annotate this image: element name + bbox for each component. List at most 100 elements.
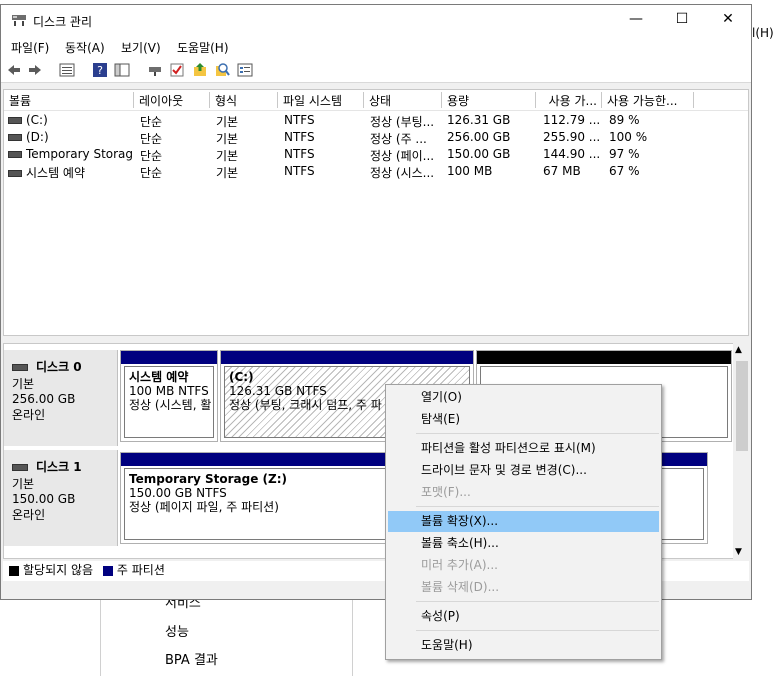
menu-item-shrink-volume[interactable]: 볼륨 축소(H)... xyxy=(388,533,659,554)
disk-size: 150.00 GB xyxy=(12,492,76,506)
volume-drive-icon xyxy=(8,151,22,158)
menu-file[interactable]: 파일(F) xyxy=(11,39,49,56)
folder-up-icon[interactable] xyxy=(192,62,208,78)
background-pane-divider xyxy=(352,600,353,676)
context-menu: 열기(O) 탐색(E) 파티션을 활성 파티션으로 표시(M) 드라이브 문자 … xyxy=(385,384,662,660)
legend-swatch-primary xyxy=(102,565,113,576)
menu-item-properties[interactable]: 속성(P) xyxy=(388,606,659,627)
volume-cell: (C:) xyxy=(8,113,132,127)
status-cell: 정상 (주 ... xyxy=(370,132,427,146)
free-space-cell: 144.90 ... xyxy=(543,147,601,161)
status-cell: 정상 (시스... xyxy=(370,166,435,180)
list-view-icon[interactable] xyxy=(59,62,75,78)
column-header-free-space[interactable]: 사용 가... xyxy=(536,92,602,108)
table-row[interactable]: (C:) 단순 기본 NTFS 정상 (부팅... 126.31 GB 112.… xyxy=(4,112,748,129)
disk-status: 온라인 xyxy=(12,408,46,422)
menu-help[interactable]: 도움말(H) xyxy=(177,39,229,56)
volume-name: (D:) xyxy=(26,130,49,144)
capacity-cell: 256.00 GB xyxy=(447,130,511,144)
column-header-layout[interactable]: 레이아웃 xyxy=(134,92,210,108)
column-header-percent-free[interactable]: 사용 가능한... xyxy=(602,92,694,108)
disk-icon xyxy=(12,364,28,371)
type-cell: 기본 xyxy=(216,166,239,180)
menu-separator xyxy=(416,506,659,507)
forward-icon[interactable] xyxy=(27,62,43,78)
menu-item-change-drive-letter[interactable]: 드라이브 문자 및 경로 변경(C)... xyxy=(388,460,659,481)
menu-item-mark-active[interactable]: 파티션을 활성 파티션으로 표시(M) xyxy=(388,438,659,459)
column-header-volume[interactable]: 볼륨 xyxy=(4,92,134,108)
search-icon[interactable] xyxy=(214,62,230,78)
volume-list: 볼륨 레이아웃 형식 파일 시스템 상태 용량 사용 가... 사용 가능한..… xyxy=(3,89,749,336)
disk-type: 기본 xyxy=(12,377,35,391)
background-nav-item-bpa[interactable]: BPA 결과 xyxy=(165,649,218,668)
type-cell: 기본 xyxy=(216,115,239,129)
percent-free-cell: 97 % xyxy=(609,147,640,161)
filesystem-cell: NTFS xyxy=(284,164,315,178)
menu-item-add-mirror[interactable]: 미러 추가(A)... xyxy=(388,555,659,576)
disk-icon xyxy=(12,464,28,471)
menu-separator xyxy=(416,433,659,434)
free-space-cell: 67 MB xyxy=(543,164,581,178)
disk-name: 디스크 0 xyxy=(36,360,82,374)
scroll-thumb[interactable] xyxy=(736,361,748,451)
volume-drive-icon xyxy=(8,117,22,124)
check-icon[interactable] xyxy=(169,62,185,78)
window-title: 디스크 관리 xyxy=(33,15,93,29)
table-row[interactable]: Temporary Storag... 단순 기본 NTFS 정상 (페이...… xyxy=(4,146,748,163)
menu-item-explore[interactable]: 탐색(E) xyxy=(388,409,659,430)
close-button[interactable]: ✕ xyxy=(705,5,751,35)
menu-view[interactable]: 보기(V) xyxy=(121,39,161,56)
background-help-menu-fragment[interactable]: l(H) xyxy=(752,26,774,40)
details-pane-icon[interactable] xyxy=(114,62,130,78)
connect-icon[interactable] xyxy=(147,62,163,78)
column-header-type[interactable]: 형식 xyxy=(210,92,278,108)
column-header-filesystem[interactable]: 파일 시스템 xyxy=(278,92,364,108)
scroll-up-icon[interactable]: ▲ xyxy=(735,345,742,355)
type-cell: 기본 xyxy=(216,132,239,146)
percent-free-cell: 89 % xyxy=(609,113,640,127)
title-bar[interactable]: 디스크 관리 — ☐ ✕ xyxy=(1,5,751,35)
capacity-cell: 126.31 GB xyxy=(447,113,511,127)
disk-management-icon xyxy=(12,15,26,26)
disk-status: 온라인 xyxy=(12,508,46,522)
disk-type: 기본 xyxy=(12,477,35,491)
background-nav-item-performance[interactable]: 성능 xyxy=(165,621,189,640)
table-row[interactable]: (D:) 단순 기본 NTFS 정상 (주 ... 256.00 GB 255.… xyxy=(4,129,748,146)
disk-0-label[interactable]: 디스크 0 기본 256.00 GB 온라인 xyxy=(4,350,118,446)
back-icon[interactable] xyxy=(6,62,22,78)
menu-bar xyxy=(1,35,751,57)
menu-item-extend-volume[interactable]: 볼륨 확장(X)... xyxy=(388,511,659,532)
volume-cell: Temporary Storag... xyxy=(8,147,132,161)
menu-action[interactable]: 동작(A) xyxy=(65,39,105,56)
partition-size: 100 MB NTFS xyxy=(129,384,209,398)
minimize-button[interactable]: — xyxy=(613,5,659,35)
free-space-cell: 112.79 ... xyxy=(543,113,601,127)
column-header-capacity[interactable]: 용량 xyxy=(442,92,536,108)
svg-text:?: ? xyxy=(97,64,103,77)
percent-free-cell: 100 % xyxy=(609,130,648,144)
menu-separator xyxy=(416,630,659,631)
column-header-status[interactable]: 상태 xyxy=(364,92,442,108)
menu-separator xyxy=(416,601,659,602)
help-icon[interactable]: ? xyxy=(92,62,108,78)
layout-cell: 단순 xyxy=(140,132,163,146)
menu-item-open[interactable]: 열기(O) xyxy=(388,387,659,408)
menu-item-delete-volume[interactable]: 볼륨 삭제(D)... xyxy=(388,577,659,598)
menu-item-help[interactable]: 도움말(H) xyxy=(388,635,659,656)
disk-size: 256.00 GB xyxy=(12,392,76,406)
maximize-button[interactable]: ☐ xyxy=(659,5,705,35)
partition-system-reserved[interactable]: 시스템 예약 100 MB NTFS 정상 (시스템, 활 xyxy=(120,350,218,442)
scroll-down-icon[interactable]: ▼ xyxy=(735,547,742,557)
table-row[interactable]: 시스템 예약 단순 기본 NTFS 정상 (시스... 100 MB 67 MB… xyxy=(4,163,748,180)
capacity-cell: 100 MB xyxy=(447,164,493,178)
layout-cell: 단순 xyxy=(140,166,163,180)
type-cell: 기본 xyxy=(216,149,239,163)
background-pane-divider xyxy=(100,600,101,676)
menu-item-format[interactable]: 포맷(F)... xyxy=(388,482,659,503)
properties-icon[interactable] xyxy=(237,62,253,78)
disk-1-label[interactable]: 디스크 1 기본 150.00 GB 온라인 xyxy=(4,450,118,546)
volume-cell: (D:) xyxy=(8,130,132,144)
legend-swatch-unallocated xyxy=(9,565,19,576)
layout-cell: 단순 xyxy=(140,115,163,129)
partition-type-bar xyxy=(221,351,473,364)
